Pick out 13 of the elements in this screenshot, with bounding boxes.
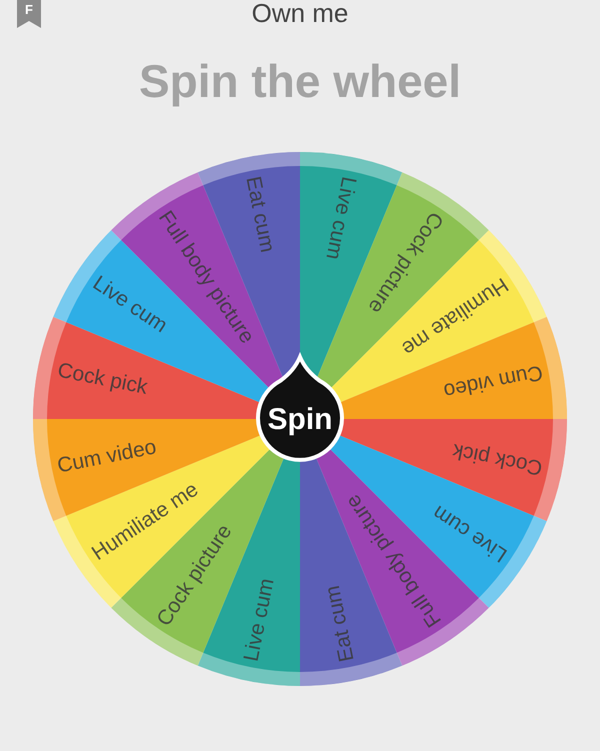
segment-label: Eat cum [320,584,359,664]
segment-label: Live cum [321,174,360,262]
page-title: Own me [252,0,348,28]
segment-label: Cock pick [450,439,544,480]
spin-button[interactable]: Spin [256,355,344,462]
segment-label: Live cum [88,271,172,338]
wheel-heading: Spin the wheel [138,56,462,106]
segment-label: Live cum [240,576,279,664]
segment-label: Cum video [55,435,158,478]
segment-label: Cock pick [56,358,150,399]
segment-label: Eat cum [241,174,280,254]
segment-label: Live cum [428,500,512,567]
segment-label: Cum video [442,360,545,403]
